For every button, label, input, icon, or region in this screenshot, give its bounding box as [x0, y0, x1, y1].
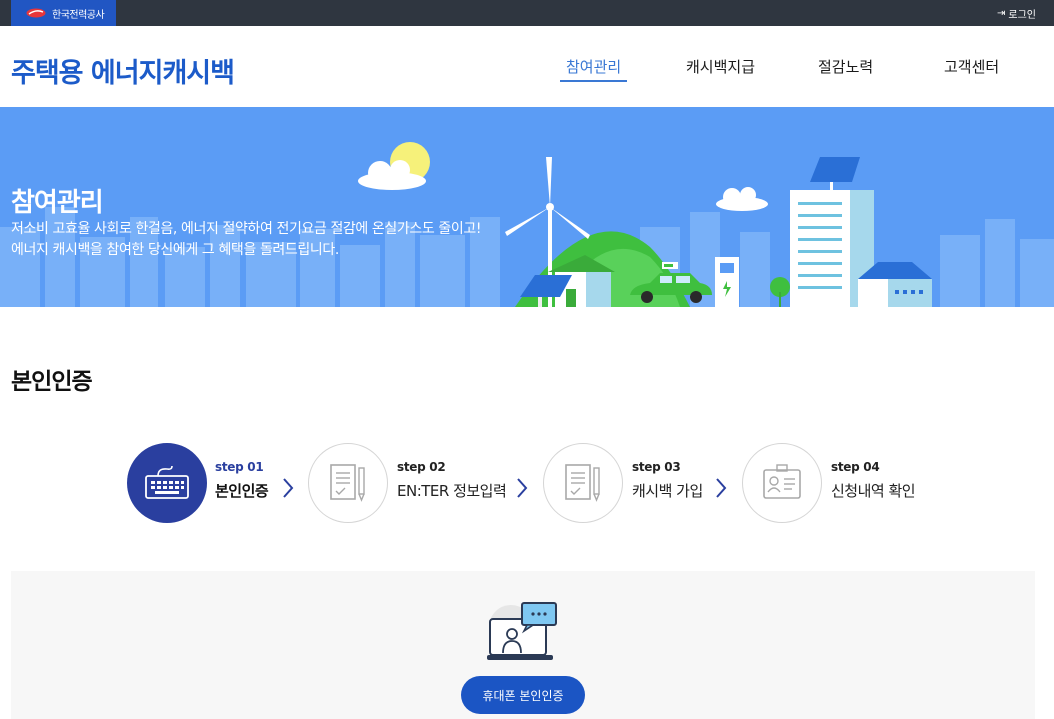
nav-participation[interactable]: 참여관리	[559, 56, 628, 82]
step-3-label: 캐시백 가입	[632, 482, 703, 500]
step-1-label: 본인인증	[215, 482, 269, 500]
site-logo[interactable]: 주택용 에너지캐시백	[11, 51, 235, 90]
step-2-label: EN:TER 정보입력	[397, 482, 507, 500]
step-1-number: step 01	[215, 460, 264, 474]
login-icon: ⇥	[997, 7, 1006, 19]
page-title: 본인인증	[11, 369, 93, 395]
hero-description-line2: 에너지 캐시백을 참여한 당신에게 그 혜택을 돌려드립니다.	[11, 242, 339, 258]
nav-saving-effort[interactable]: 절감노력	[818, 56, 873, 80]
step-2-circle	[308, 443, 388, 523]
kepco-logo-icon	[26, 8, 46, 18]
step-3-circle	[543, 443, 623, 523]
keyboard-icon	[145, 466, 189, 499]
hero-banner: 참여관리 저소비 고효율 사회로 한걸음, 에너지 절약하여 전기요금 절감에 …	[0, 107, 1054, 307]
site-header: 주택용 에너지캐시백 참여관리 캐시백지급 절감노력 고객센터	[0, 26, 1054, 107]
kepco-label: 한국전력공사	[52, 9, 105, 21]
video-call-icon	[487, 602, 557, 660]
document-pencil-icon	[565, 464, 600, 502]
hero-title: 참여관리	[11, 188, 104, 218]
step-4-circle	[742, 443, 822, 523]
chevron-right-icon	[517, 478, 528, 498]
step-4-number: step 04	[831, 460, 880, 474]
step-4-label: 신청내역 확인	[831, 482, 916, 500]
nav-cashback-payment[interactable]: 캐시백지급	[686, 56, 755, 80]
kepco-link[interactable]: 한국전력공사	[11, 0, 116, 26]
city-illustration	[0, 142, 1054, 307]
nav-customer-center[interactable]: 고객센터	[944, 56, 999, 80]
step-3-number: step 03	[632, 460, 681, 474]
auth-panel: 휴대폰 본인인증	[11, 571, 1035, 719]
chevron-right-icon	[716, 478, 727, 498]
login-label: 로그인	[1008, 9, 1036, 21]
utility-bar: 한국전력공사 ⇥ 로그인	[0, 0, 1054, 26]
step-2-number: step 02	[397, 460, 446, 474]
document-pencil-icon	[330, 464, 365, 502]
phone-verification-button[interactable]: 휴대폰 본인인증	[461, 676, 585, 714]
login-link[interactable]: ⇥ 로그인	[997, 0, 1036, 26]
chevron-right-icon	[283, 478, 294, 498]
id-card-icon	[763, 464, 801, 499]
step-1-circle	[127, 443, 207, 523]
hero-description-line1: 저소비 고효율 사회로 한걸음, 에너지 절약하여 전기요금 절감에 온실가스도…	[11, 221, 482, 237]
